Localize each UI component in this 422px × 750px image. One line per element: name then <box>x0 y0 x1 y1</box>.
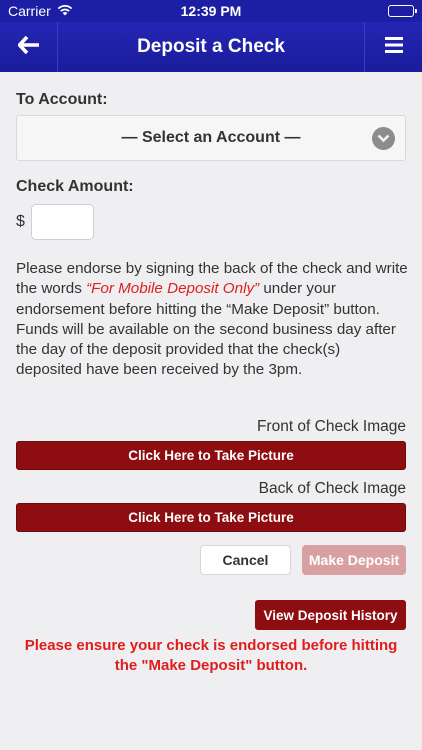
account-select-value: — Select an Account — <box>121 129 301 146</box>
battery-icon <box>388 5 417 17</box>
instructions-emphasis: “For Mobile Deposit Only” <box>86 280 260 298</box>
account-select[interactable]: — Select an Account — <box>16 115 406 161</box>
endorsement-warning: Please ensure your check is endorsed bef… <box>24 637 398 674</box>
wifi-icon <box>57 3 73 19</box>
status-right <box>388 5 417 17</box>
amount-label: Check Amount: <box>16 178 134 195</box>
arrow-left-icon <box>16 35 40 59</box>
view-deposit-history-button[interactable]: View Deposit History <box>255 600 406 630</box>
page-title: Deposit a Check <box>137 36 285 57</box>
back-button[interactable] <box>0 22 58 72</box>
currency-symbol: $ <box>16 213 25 230</box>
cancel-button[interactable]: Cancel <box>200 545 291 575</box>
account-label: To Account: <box>16 91 108 108</box>
front-image-label: Front of Check Image <box>256 418 406 435</box>
nav-bar: Deposit a Check <box>0 22 422 72</box>
take-front-picture-button[interactable]: Click Here to Take Picture <box>16 441 406 470</box>
back-image-label: Back of Check Image <box>258 480 406 497</box>
endorsement-instructions: Please endorse by signing the back of th… <box>16 259 408 381</box>
menu-button[interactable] <box>364 22 422 72</box>
chevron-down-icon <box>372 127 395 150</box>
status-bar: Carrier 12:39 PM <box>0 0 422 22</box>
carrier-label: Carrier <box>8 3 51 19</box>
check-amount-input[interactable] <box>31 204 94 240</box>
status-left: Carrier <box>8 3 73 19</box>
take-back-picture-button[interactable]: Click Here to Take Picture <box>16 503 406 532</box>
hamburger-menu-icon <box>384 36 403 58</box>
make-deposit-button[interactable]: Make Deposit <box>302 545 406 575</box>
